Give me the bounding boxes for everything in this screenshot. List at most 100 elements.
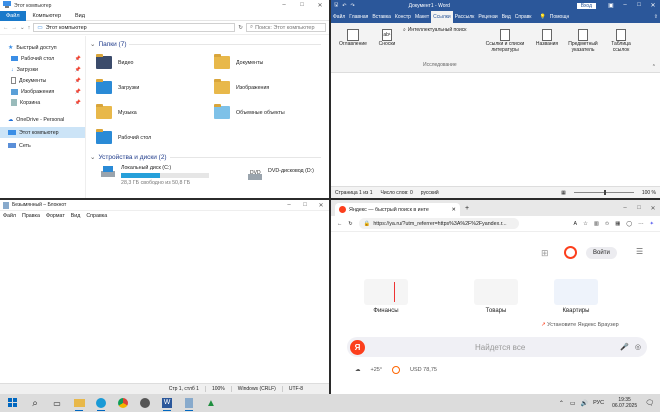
- search-input[interactable]: ⌕ Поиск: Этот компьютер: [246, 23, 326, 32]
- minimize-button[interactable]: –: [618, 2, 632, 9]
- menu-help[interactable]: Справка: [86, 213, 107, 219]
- tab-mailings[interactable]: Рассылк: [453, 11, 477, 23]
- service-goods[interactable]: Товары: [471, 279, 521, 314]
- forward-arrow-icon[interactable]: →: [12, 25, 18, 31]
- page-count[interactable]: Страница 1 из 1: [335, 190, 372, 196]
- new-tab-icon[interactable]: +: [465, 205, 469, 212]
- service-realty[interactable]: Квартиры: [551, 279, 601, 314]
- close-button[interactable]: ✕: [646, 2, 660, 9]
- sidebar-item-onedrive[interactable]: ☁ OneDrive - Personal: [0, 114, 85, 125]
- yandex-browser-icon[interactable]: [134, 394, 156, 412]
- up-arrow-icon[interactable]: ↑: [28, 25, 31, 31]
- close-tab-icon[interactable]: ✕: [452, 207, 456, 213]
- sidebar-item-this-pc[interactable]: Этот компьютер: [0, 127, 85, 138]
- zoom-level[interactable]: 100 %: [642, 190, 656, 196]
- back-arrow-icon[interactable]: ←: [337, 221, 342, 227]
- save-icon[interactable]: 🖫: [334, 2, 338, 10]
- address-field[interactable]: ▭ Этот компьютер: [33, 23, 236, 32]
- document-page[interactable]: [331, 73, 660, 186]
- profile-icon[interactable]: ◯: [626, 221, 632, 227]
- volume-icon[interactable]: 🔊: [581, 400, 588, 407]
- edge-icon[interactable]: [90, 394, 112, 412]
- menu-icon[interactable]: ☰: [636, 247, 643, 256]
- redo-icon[interactable]: ↷: [350, 3, 354, 9]
- tab-layout[interactable]: Макет: [413, 11, 431, 23]
- close-button[interactable]: ✕: [311, 2, 329, 9]
- sidebar-item-quick-access[interactable]: ★ Быстрый доступ: [0, 42, 85, 53]
- ribbon-display-icon[interactable]: ▣: [604, 2, 618, 9]
- more-icon[interactable]: ⋯: [638, 221, 643, 227]
- help-search[interactable]: Помощн: [548, 11, 571, 23]
- file-explorer-icon[interactable]: [68, 394, 90, 412]
- table-of-authorities-button[interactable]: Таблица ссылок: [605, 29, 637, 53]
- sidebar-item-images[interactable]: Изображения 📌: [0, 86, 85, 97]
- text-editor[interactable]: [0, 222, 329, 383]
- menu-file[interactable]: Файл: [3, 213, 16, 219]
- chevron-up-icon[interactable]: ⌃: [652, 64, 656, 70]
- url-bar[interactable]: 🔒 https://ya.ru/?utm_referrer=https%3A%2…: [358, 218, 519, 229]
- sidebar-item-documents[interactable]: Документы 📌: [0, 75, 85, 86]
- tab-home[interactable]: Главная: [347, 11, 370, 23]
- close-button[interactable]: ✕: [313, 202, 329, 209]
- tab-review[interactable]: Рецензи: [476, 11, 499, 23]
- tab-view[interactable]: Вид: [68, 13, 92, 19]
- citations-button[interactable]: Ссылки и списки литературы: [481, 29, 529, 53]
- folder-documents[interactable]: Документы: [214, 52, 329, 73]
- maximize-button[interactable]: □: [632, 205, 646, 212]
- collections-icon[interactable]: ▦: [615, 221, 620, 227]
- tab-computer[interactable]: Компьютер: [26, 13, 68, 19]
- currency-value[interactable]: USD 78,75: [410, 367, 437, 373]
- read-aloud-icon[interactable]: A: [574, 221, 578, 227]
- search-input[interactable]: Я Найдется все 🎤 ◎: [347, 337, 647, 357]
- tab-help[interactable]: Справк: [513, 11, 534, 23]
- network-icon[interactable]: ▭: [570, 400, 576, 407]
- chevron-down-icon[interactable]: ⌄: [20, 25, 25, 31]
- smart-lookup-button[interactable]: ⌕ Интеллектуальный поиск: [403, 27, 466, 33]
- notepad-icon[interactable]: [178, 394, 200, 412]
- close-button[interactable]: ✕: [646, 205, 660, 212]
- favorites-icon[interactable]: ✩: [605, 221, 609, 227]
- copilot-icon[interactable]: ✦: [650, 221, 654, 227]
- folder-images[interactable]: Изображения: [214, 77, 329, 98]
- minimize-button[interactable]: –: [275, 2, 293, 9]
- word-icon[interactable]: W: [156, 394, 178, 412]
- favorite-star-icon[interactable]: ☆: [583, 221, 588, 227]
- windows-start-icon[interactable]: [2, 394, 24, 412]
- folder-desktop[interactable]: Рабочий стол: [96, 127, 214, 148]
- weather-value[interactable]: +25°: [371, 367, 383, 373]
- undo-icon[interactable]: ↶: [342, 3, 346, 9]
- back-arrow-icon[interactable]: ←: [3, 25, 9, 31]
- minimize-button[interactable]: –: [281, 202, 297, 209]
- tab-view[interactable]: Вид: [500, 11, 513, 23]
- share-icon[interactable]: ⇪: [652, 11, 660, 23]
- folder-video[interactable]: Видео: [96, 52, 214, 73]
- index-button[interactable]: Предметный указатель: [565, 29, 601, 53]
- alice-icon[interactable]: [564, 246, 577, 259]
- paint-icon[interactable]: ▲: [200, 394, 222, 412]
- sidebar-item-desktop[interactable]: Рабочий стол 📌: [0, 53, 85, 64]
- menu-edit[interactable]: Правка: [22, 213, 40, 219]
- tab-references[interactable]: Ссылки: [431, 11, 453, 23]
- captions-button[interactable]: Названия: [533, 29, 561, 47]
- notifications-icon[interactable]: 🗨: [645, 399, 654, 407]
- chevron-up-icon[interactable]: ⌃: [559, 400, 564, 407]
- drive-c[interactable]: Локальный диск (C:) 28,3 ГБ свободно из …: [94, 165, 209, 186]
- signin-button[interactable]: Вход: [576, 2, 596, 9]
- task-view-icon[interactable]: ▭: [46, 394, 68, 412]
- apps-grid-icon[interactable]: ⊞: [541, 248, 549, 259]
- tab-design[interactable]: Констр: [393, 11, 413, 23]
- word-count[interactable]: Число слов: 0: [380, 190, 412, 196]
- sidebar-item-downloads[interactable]: ↓ Загрузки 📌: [0, 64, 85, 75]
- menu-view[interactable]: Вид: [71, 213, 81, 219]
- maximize-button[interactable]: □: [632, 2, 646, 9]
- microphone-icon[interactable]: 🎤: [620, 343, 629, 351]
- sidebar-item-recycle-bin[interactable]: Корзина 📌: [0, 97, 85, 108]
- drive-d[interactable]: DVD DVD-дисковод (D:): [241, 168, 314, 184]
- folder-downloads[interactable]: Загрузки: [96, 77, 214, 98]
- chrome-icon[interactable]: [112, 394, 134, 412]
- split-screen-icon[interactable]: ▥: [594, 221, 599, 227]
- folder-3d-objects[interactable]: Объемные объекты: [214, 102, 329, 123]
- service-finance[interactable]: Финансы: [361, 279, 411, 314]
- refresh-icon[interactable]: ↻: [238, 25, 243, 31]
- tab-file[interactable]: Файл: [331, 11, 347, 23]
